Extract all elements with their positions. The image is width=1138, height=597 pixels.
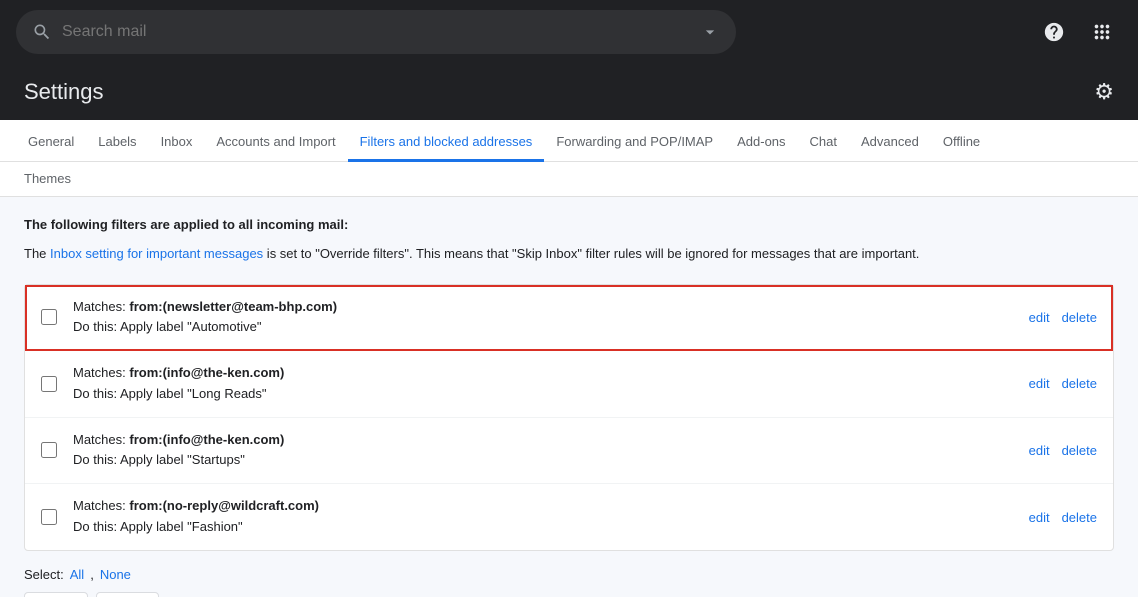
filter-delete-3[interactable]: delete bbox=[1062, 443, 1097, 458]
filter-actions-2: edit delete bbox=[1029, 376, 1097, 391]
filter-action-1: Do this: Apply label "Automotive" bbox=[73, 317, 1013, 338]
tab-addons[interactable]: Add-ons bbox=[725, 120, 797, 162]
subtabs-row: Themes bbox=[0, 162, 1138, 197]
tabs-row: General Labels Inbox Accounts and Import… bbox=[0, 120, 1138, 162]
filter-checkbox-3[interactable] bbox=[41, 442, 57, 458]
filter-action-4: Do this: Apply label "Fashion" bbox=[73, 517, 1013, 538]
select-separator: , bbox=[90, 567, 94, 582]
filter-match-4: Matches: from:(no-reply@wildcraft.com) bbox=[73, 496, 1013, 517]
info-text: The Inbox setting for important messages… bbox=[24, 244, 1114, 264]
filter-match-2: Matches: from:(info@the-ken.com) bbox=[73, 363, 1013, 384]
filter-text-4: Matches: from:(no-reply@wildcraft.com) D… bbox=[73, 496, 1013, 538]
page-wrapper: Settings ⚙ General Labels Inbox Accounts… bbox=[0, 0, 1138, 597]
tab-general[interactable]: General bbox=[16, 120, 86, 162]
export-button[interactable]: Export bbox=[24, 592, 88, 597]
tab-accounts[interactable]: Accounts and Import bbox=[204, 120, 347, 162]
info-text-before: The bbox=[24, 246, 50, 261]
select-row: Select: All, None bbox=[24, 567, 1114, 582]
settings-title: Settings bbox=[24, 79, 104, 105]
filter-match-1: Matches: from:(newsletter@team-bhp.com) bbox=[73, 297, 1013, 318]
filter-row-4: Matches: from:(no-reply@wildcraft.com) D… bbox=[25, 484, 1113, 550]
inbox-setting-link[interactable]: Inbox setting for important messages bbox=[50, 246, 263, 261]
filter-checkbox-2[interactable] bbox=[41, 376, 57, 392]
section-header: The following filters are applied to all… bbox=[24, 217, 1114, 232]
info-text-after: is set to "Override filters". This means… bbox=[263, 246, 919, 261]
filter-text-2: Matches: from:(info@the-ken.com) Do this… bbox=[73, 363, 1013, 405]
filter-actions-3: edit delete bbox=[1029, 443, 1097, 458]
filter-delete-2[interactable]: delete bbox=[1062, 376, 1097, 391]
select-label: Select: bbox=[24, 567, 64, 582]
filter-actions-4: edit delete bbox=[1029, 510, 1097, 525]
main-content: The following filters are applied to all… bbox=[0, 197, 1138, 597]
settings-gear-icon[interactable]: ⚙ bbox=[1094, 79, 1114, 105]
top-bar-right bbox=[1034, 12, 1122, 52]
settings-header: Settings ⚙ bbox=[0, 64, 1138, 120]
search-dropdown-icon[interactable] bbox=[700, 22, 720, 42]
filter-text-3: Matches: from:(info@the-ken.com) Do this… bbox=[73, 430, 1013, 472]
filter-action-2: Do this: Apply label "Long Reads" bbox=[73, 384, 1013, 405]
search-bar[interactable] bbox=[16, 10, 736, 54]
search-icon bbox=[32, 22, 52, 42]
tab-chat[interactable]: Chat bbox=[798, 120, 849, 162]
filter-row-2: Matches: from:(info@the-ken.com) Do this… bbox=[25, 351, 1113, 418]
filter-text-1: Matches: from:(newsletter@team-bhp.com) … bbox=[73, 297, 1013, 339]
filter-row-3: Matches: from:(info@the-ken.com) Do this… bbox=[25, 418, 1113, 485]
filter-match-3: Matches: from:(info@the-ken.com) bbox=[73, 430, 1013, 451]
filter-checkbox-1[interactable] bbox=[41, 309, 57, 325]
filter-actions-1: edit delete bbox=[1029, 310, 1097, 325]
select-all-link[interactable]: All bbox=[70, 567, 84, 582]
delete-button[interactable]: Delete bbox=[96, 592, 160, 597]
filter-edit-1[interactable]: edit bbox=[1029, 310, 1050, 325]
search-input[interactable] bbox=[62, 23, 690, 41]
tab-forwarding[interactable]: Forwarding and POP/IMAP bbox=[544, 120, 725, 162]
tab-filters[interactable]: Filters and blocked addresses bbox=[348, 120, 545, 162]
apps-button[interactable] bbox=[1082, 12, 1122, 52]
select-none-link[interactable]: None bbox=[100, 567, 131, 582]
filter-delete-1[interactable]: delete bbox=[1062, 310, 1097, 325]
filter-checkbox-4[interactable] bbox=[41, 509, 57, 525]
filter-list: Matches: from:(newsletter@team-bhp.com) … bbox=[24, 284, 1114, 551]
filter-edit-4[interactable]: edit bbox=[1029, 510, 1050, 525]
content-area: General Labels Inbox Accounts and Import… bbox=[0, 120, 1138, 597]
filter-delete-4[interactable]: delete bbox=[1062, 510, 1097, 525]
filter-edit-3[interactable]: edit bbox=[1029, 443, 1050, 458]
filter-row-1: Matches: from:(newsletter@team-bhp.com) … bbox=[25, 285, 1113, 352]
filter-edit-2[interactable]: edit bbox=[1029, 376, 1050, 391]
tab-advanced[interactable]: Advanced bbox=[849, 120, 931, 162]
help-button[interactable] bbox=[1034, 12, 1074, 52]
top-bar bbox=[0, 0, 1138, 64]
tab-inbox[interactable]: Inbox bbox=[149, 120, 205, 162]
filter-action-3: Do this: Apply label "Startups" bbox=[73, 450, 1013, 471]
tab-offline[interactable]: Offline bbox=[931, 120, 992, 162]
subtab-themes[interactable]: Themes bbox=[16, 167, 79, 190]
tab-labels[interactable]: Labels bbox=[86, 120, 148, 162]
bottom-buttons: Export Delete bbox=[24, 592, 1114, 597]
